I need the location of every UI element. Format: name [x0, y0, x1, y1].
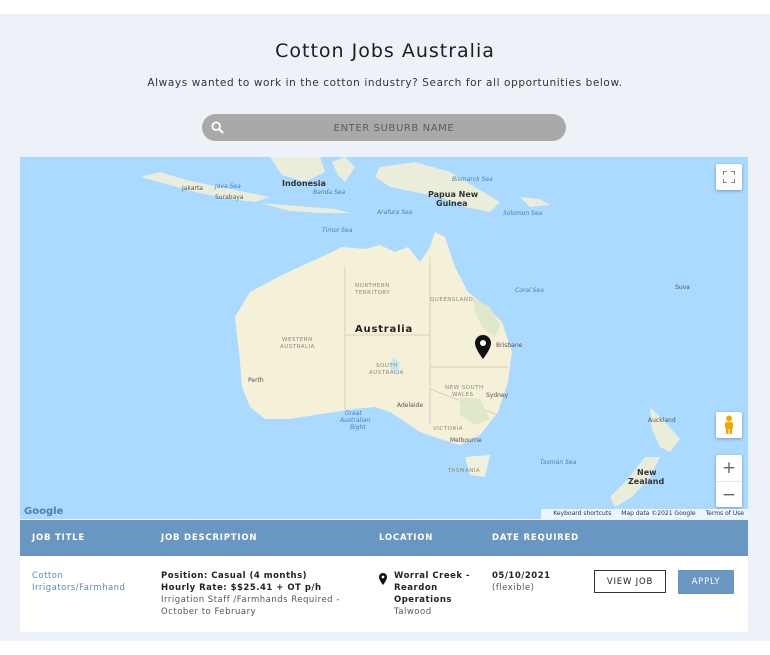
label-nsw-2: WALES [452, 392, 474, 398]
label-surabaya: Surabaya [215, 194, 244, 201]
label-auckland: Auckland [648, 417, 676, 424]
label-timor-sea: Timor Sea [322, 227, 353, 234]
table-row: Cotton Irrigators/Farmhand Position: Cas… [20, 556, 748, 632]
location-town: Talwood [394, 607, 432, 617]
land-sumatra-java [140, 172, 270, 202]
header-job-title: JOB TITLE [32, 533, 86, 543]
label-solomon-sea: Solomon Sea [503, 210, 543, 217]
terms-link[interactable]: Terms of Use [706, 510, 744, 517]
street-view-button[interactable] [716, 412, 742, 438]
label-wa-1: WESTERN [282, 337, 313, 343]
land-sulawesi [332, 157, 355, 182]
job-rate: Hourly Rate: $$25.41 + OT p/h [161, 583, 322, 593]
label-qld: QUEENSLAND [430, 297, 474, 303]
label-indonesia: Indonesia [282, 179, 326, 188]
land-solomon [520, 197, 550, 207]
label-tas: TASMANIA [448, 468, 481, 474]
page-title: Cotton Jobs Australia [275, 40, 495, 62]
zoom-in-button[interactable]: + [716, 455, 742, 482]
label-nt-2: TERRITORY [355, 290, 391, 296]
label-new: New [637, 468, 657, 477]
label-coral-sea: Coral Sea [515, 287, 544, 294]
job-date: 05/10/2021 (flexible) [492, 570, 551, 594]
land-nz-north [650, 407, 680, 452]
job-desc-line: October to February [161, 607, 257, 617]
search-icon [211, 121, 224, 134]
zoom-out-button[interactable]: − [716, 482, 742, 508]
label-arafura-sea: Arafura Sea [377, 209, 413, 216]
label-suva: Suva [675, 284, 690, 291]
page-subtitle: Always wanted to work in the cotton indu… [147, 77, 623, 89]
zoom-control: + − [716, 455, 742, 507]
label-sa-1: SOUTH [376, 363, 398, 369]
label-sa-2: AUSTRALIA [369, 370, 404, 376]
label-melbourne: Melbourne [450, 437, 482, 444]
page-panel: Cotton Jobs Australia Always wanted to w… [0, 14, 770, 641]
job-description: Position: Casual (4 months) Hourly Rate:… [161, 570, 340, 618]
search-input[interactable] [232, 114, 556, 143]
map[interactable]: Indonesia Jakarta Surabaya Java Sea Band… [20, 157, 748, 519]
job-title-line[interactable]: Irrigators/Farmhand [32, 582, 125, 594]
label-australia: Australia [355, 324, 414, 335]
location-line: Reardon [394, 583, 438, 593]
label-bight-3: Bight [350, 424, 366, 431]
label-sydney: Sydney [486, 392, 509, 399]
label-brisbane: Brisbane [496, 342, 523, 349]
apply-button[interactable]: APPLY [678, 570, 734, 594]
view-job-button[interactable]: VIEW JOB [594, 570, 666, 593]
label-nt-1: NORTHERN [355, 283, 390, 289]
search-bar[interactable] [202, 114, 566, 143]
header-date-required: DATE REQUIRED [492, 533, 579, 543]
land-lesser-sunda [260, 203, 350, 213]
label-java-sea: Java Sea [215, 183, 241, 190]
label-jakarta: Jakarta [182, 185, 203, 192]
jobs-table-header: JOB TITLE JOB DESCRIPTION LOCATION DATE … [20, 520, 748, 556]
label-guinea: Guinea [436, 199, 468, 208]
label-banda-sea: Banda Sea [313, 189, 346, 196]
label-bismarck-sea: Bismarck Sea [452, 176, 493, 183]
job-title-line[interactable]: Cotton [32, 570, 125, 582]
label-wa-2: AUSTRALIA [280, 344, 315, 350]
keyboard-shortcuts-link[interactable]: Keyboard shortcuts [553, 510, 611, 517]
pegman-icon [725, 415, 733, 434]
job-title-link[interactable]: Cotton Irrigators/Farmhand [32, 570, 125, 594]
date-note: (flexible) [492, 583, 535, 593]
job-position: Position: Casual (4 months) [161, 571, 308, 581]
label-tasman-sea: Tasman Sea [540, 459, 577, 466]
map-marker-icon[interactable] [475, 335, 491, 359]
label-zealand: Zealand [628, 477, 665, 486]
job-location: Worral Creek - Reardon Operations Talwoo… [394, 570, 470, 618]
map-attribution: Keyboard shortcuts Map data ©2021 Google… [541, 509, 748, 519]
fullscreen-icon [723, 171, 735, 183]
date-required: 05/10/2021 [492, 571, 551, 581]
label-papua-new: Papua New [428, 190, 479, 199]
label-bight-2: Australian [340, 417, 371, 424]
job-desc-line: Irrigation Staff /Farmhands Required - [161, 595, 340, 605]
label-bight-1: Great [345, 410, 362, 417]
location-line: Worral Creek - [394, 571, 471, 581]
google-logo[interactable]: Google [24, 506, 63, 517]
label-perth: Perth [248, 377, 264, 384]
map-data-text: Map data ©2021 Google [621, 510, 696, 517]
header-location: LOCATION [379, 533, 434, 543]
label-adelaide: Adelaide [397, 402, 424, 409]
label-nsw-1: NEW SOUTH [445, 385, 484, 391]
location-pin-icon [379, 573, 387, 585]
label-vic: VICTORIA [433, 426, 464, 432]
fullscreen-button[interactable] [716, 164, 742, 190]
location-line: Operations [394, 595, 452, 605]
header-job-description: JOB DESCRIPTION [161, 533, 258, 543]
